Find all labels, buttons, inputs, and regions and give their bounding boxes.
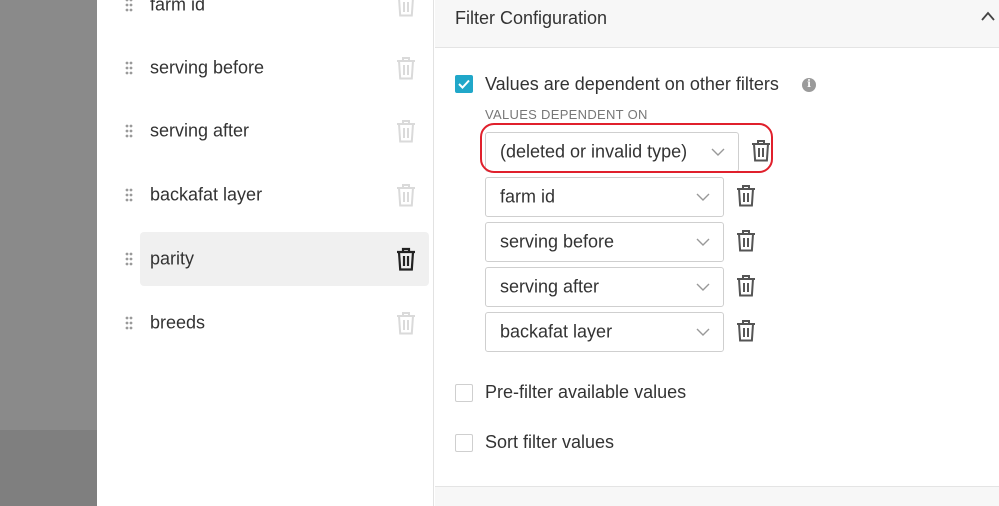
trash-icon[interactable] xyxy=(395,182,417,208)
config-section-header[interactable]: Filter Configuration xyxy=(435,0,999,48)
next-section-header xyxy=(435,486,999,506)
values-dependent-on-label: VALUES DEPENDENT ON xyxy=(485,107,648,122)
filter-list: farm id serving before serving after bac… xyxy=(97,0,434,506)
remove-dependency-trash-icon[interactable] xyxy=(736,184,756,208)
chevron-down-icon xyxy=(696,283,710,292)
drag-handle-icon[interactable] xyxy=(125,316,133,330)
drag-handle-icon[interactable] xyxy=(125,0,133,12)
filter-item-label: breeds xyxy=(150,312,206,333)
drag-handle-icon[interactable] xyxy=(125,61,133,75)
drag-handle-icon[interactable] xyxy=(125,188,133,202)
config-section-title: Filter Configuration xyxy=(455,8,608,28)
highlight-annotation xyxy=(480,123,773,173)
remove-dependency-trash-icon[interactable] xyxy=(736,319,756,343)
remove-dependency-trash-icon[interactable] xyxy=(736,274,756,298)
prefilter-label[interactable]: Pre-filter available values xyxy=(485,382,686,403)
filter-item-farm-id[interactable]: farm id xyxy=(125,0,429,32)
trash-icon[interactable] xyxy=(395,246,417,272)
dependency-select-value: serving after xyxy=(500,276,600,297)
trash-icon[interactable] xyxy=(395,310,417,336)
dependent-values-label[interactable]: Values are dependent on other filters xyxy=(485,74,779,95)
trash-icon[interactable] xyxy=(395,55,417,81)
chevron-up-icon[interactable] xyxy=(979,8,997,26)
filter-item-backafat-layer[interactable]: backafat layer xyxy=(125,168,429,222)
remove-dependency-trash-icon[interactable] xyxy=(736,229,756,253)
dependency-select[interactable]: serving before xyxy=(485,222,724,262)
sort-values-checkbox[interactable] xyxy=(455,434,473,452)
trash-icon[interactable] xyxy=(395,118,417,144)
dependency-select-value: farm id xyxy=(500,186,556,207)
filter-item-breeds[interactable]: breeds xyxy=(125,296,429,350)
filter-item-label: parity xyxy=(150,248,195,269)
filter-item-label: serving before xyxy=(150,57,265,78)
drag-handle-icon[interactable] xyxy=(125,124,133,138)
filter-item-serving-after[interactable]: serving after xyxy=(125,104,429,158)
chevron-down-icon xyxy=(696,238,710,247)
filter-configuration-panel: Filter Configuration Values are dependen… xyxy=(435,0,999,506)
filter-item-serving-before[interactable]: serving before xyxy=(125,41,429,95)
filter-item-label: farm id xyxy=(150,0,206,15)
screen: farm id serving before serving after bac… xyxy=(0,0,999,506)
sort-values-label[interactable]: Sort filter values xyxy=(485,432,614,453)
chevron-down-icon xyxy=(696,193,710,202)
prefilter-checkbox[interactable] xyxy=(455,384,473,402)
dependency-select-value: backafat layer xyxy=(500,321,613,342)
backdrop xyxy=(0,430,97,506)
filter-item-parity[interactable]: parity xyxy=(125,232,429,286)
filter-item-label: backafat layer xyxy=(150,184,263,205)
dependent-values-checkbox[interactable] xyxy=(455,75,473,93)
dependency-select-value: serving before xyxy=(500,231,615,252)
dependency-select[interactable]: farm id xyxy=(485,177,724,217)
filter-modal: farm id serving before serving after bac… xyxy=(97,0,999,506)
dependency-select[interactable]: backafat layer xyxy=(485,312,724,352)
info-icon[interactable]: i xyxy=(802,78,816,92)
drag-handle-icon[interactable] xyxy=(125,252,133,266)
filter-item-label: serving after xyxy=(150,120,250,141)
dependency-select[interactable]: serving after xyxy=(485,267,724,307)
trash-icon[interactable] xyxy=(395,0,417,18)
chevron-down-icon xyxy=(696,328,710,337)
